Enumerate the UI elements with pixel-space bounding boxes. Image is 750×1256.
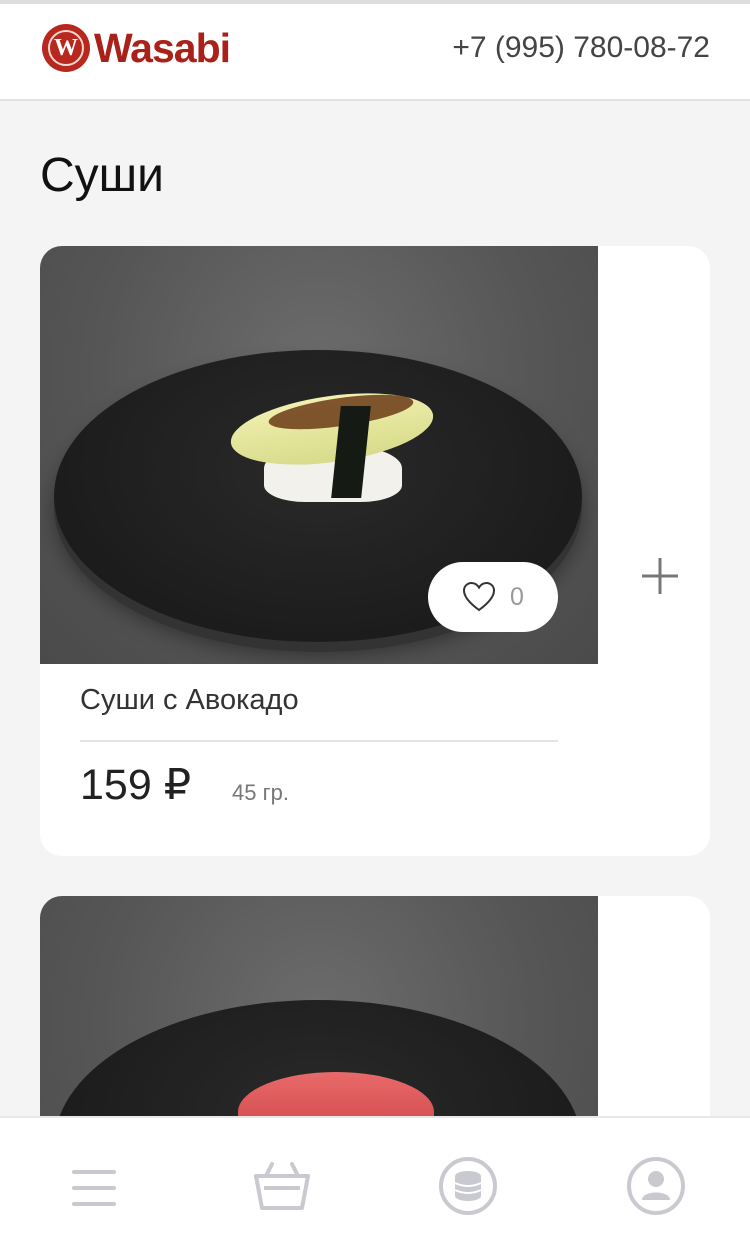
product-weight: 45 гр. <box>232 780 289 805</box>
nav-basket-button[interactable] <box>250 1154 314 1218</box>
like-button[interactable]: 0 <box>428 562 558 632</box>
nav-bonuses-button[interactable] <box>436 1154 500 1218</box>
logo-text: Wasabi <box>94 24 231 71</box>
logo-letter: W <box>54 34 78 61</box>
basket-icon <box>254 1162 310 1210</box>
plus-icon <box>642 558 678 594</box>
app-header: W Wasabi +7 (995) 780-08-72 <box>0 0 750 101</box>
menu-icon <box>72 1170 116 1206</box>
product-card[interactable]: 0 Суши с Авокадо 159 ₽ 45 гр. <box>40 246 710 856</box>
heart-icon <box>463 581 496 612</box>
page-title: Суши <box>40 149 164 202</box>
wasabi-logo[interactable]: W Wasabi <box>42 24 231 72</box>
nav-menu-button[interactable] <box>62 1154 126 1218</box>
product-price: 159 ₽ <box>80 761 192 809</box>
divider <box>80 740 558 742</box>
nav-profile-button[interactable] <box>624 1154 688 1218</box>
coins-icon <box>439 1157 497 1215</box>
product-name[interactable]: Суши с Авокадо <box>80 684 299 717</box>
logo-emblem-icon: W <box>42 24 90 72</box>
phone-link[interactable]: +7 (995) 780-08-72 <box>452 31 710 65</box>
product-photo[interactable]: 0 <box>40 246 598 664</box>
bottom-navigation <box>0 1116 750 1256</box>
profile-icon <box>627 1157 685 1215</box>
add-to-cart-button[interactable] <box>638 554 682 598</box>
like-count: 0 <box>510 582 524 611</box>
